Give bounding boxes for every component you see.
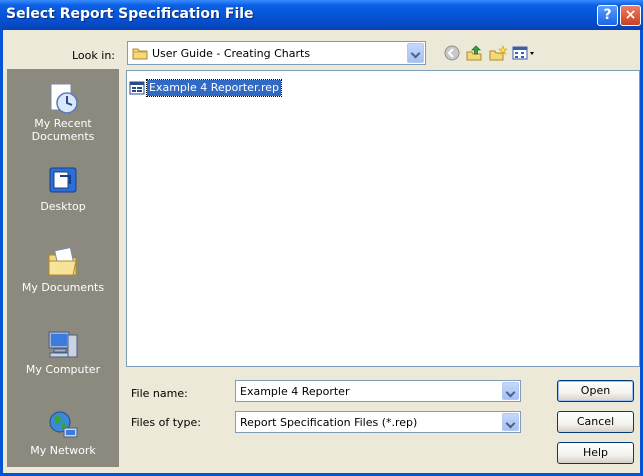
my-documents-icon [48, 246, 77, 276]
new-folder-icon[interactable] [489, 45, 507, 61]
lookin-dropdown[interactable]: User Guide - Creating Charts [127, 41, 426, 65]
desktop-icon [49, 167, 77, 193]
recent-documents-icon [50, 83, 78, 114]
file-list[interactable]: Example 4 Reporter.rep [126, 70, 640, 367]
filetype-dropdown[interactable]: Report Specification Files (*.rep) [235, 411, 521, 433]
help-title-button[interactable]: ? [597, 5, 618, 26]
place-label: My Documents [21, 281, 105, 294]
place-label: Desktop [40, 200, 86, 213]
place-my-computer[interactable]: My Computer [7, 327, 119, 376]
title-bar[interactable]: Select Report Specification File ? × [0, 0, 643, 30]
open-button[interactable]: Open [557, 380, 634, 402]
place-label: My Computer [25, 363, 101, 376]
place-label: My Recent [34, 117, 92, 130]
place-my-network[interactable]: My Network [7, 408, 119, 457]
chevron-down-icon[interactable] [407, 43, 424, 63]
lookin-value: User Guide - Creating Charts [152, 47, 311, 60]
report-file-icon [129, 81, 145, 95]
place-my-recent-documents[interactable]: My Recent Documents [7, 81, 119, 143]
place-label: Documents [31, 130, 95, 143]
chevron-down-icon[interactable] [502, 413, 519, 431]
filename-value: Example 4 Reporter [240, 385, 350, 398]
place-my-documents[interactable]: My Documents [7, 245, 119, 294]
back-icon[interactable] [443, 45, 461, 61]
window-frame-left [0, 30, 3, 476]
folder-icon [132, 48, 148, 60]
cancel-button[interactable]: Cancel [557, 411, 634, 433]
filetype-label: Files of type: [131, 416, 202, 429]
close-button[interactable]: × [620, 5, 641, 26]
up-folder-icon[interactable] [466, 45, 484, 61]
file-name: Example 4 Reporter.rep [146, 79, 282, 97]
place-label: My Network [30, 444, 96, 457]
my-network-icon [49, 411, 78, 438]
filename-field[interactable]: Example 4 Reporter [235, 380, 521, 402]
filename-label: File name: [131, 387, 188, 400]
places-bar: My Recent Documents Desktop My Documents… [7, 69, 119, 467]
help-button[interactable]: Help [557, 442, 634, 464]
filetype-value: Report Specification Files (*.rep) [240, 416, 418, 429]
views-menu-icon[interactable] [512, 45, 536, 61]
lookin-label: Look in: [72, 49, 115, 62]
chevron-down-icon[interactable] [502, 382, 519, 400]
window-title: Select Report Specification File [6, 6, 254, 22]
my-computer-icon [48, 331, 78, 358]
place-desktop[interactable]: Desktop [7, 164, 119, 213]
